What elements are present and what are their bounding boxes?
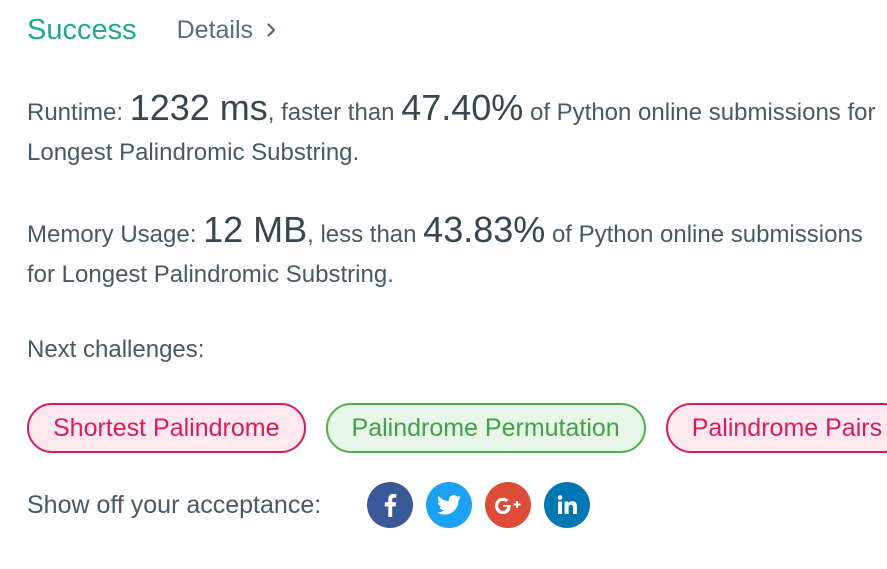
next-challenges-label: Next challenges: — [27, 336, 205, 363]
chevron-right-icon — [267, 23, 276, 37]
details-label: Details — [176, 15, 254, 44]
runtime-value: 1232 ms — [129, 87, 268, 128]
memory-value: 12 MB — [203, 209, 308, 250]
facebook-icon[interactable] — [367, 482, 414, 528]
memory-comparison: , less than — [307, 221, 424, 248]
memory-suffix: of Python online submissions — [545, 221, 863, 248]
runtime-comparison: , faster than — [267, 99, 402, 126]
submission-result: Success Details Runtime: 1232 ms, faster… — [0, 0, 887, 569]
memory-percent: 43.83% — [423, 209, 546, 250]
runtime-problem: Longest Palindromic Substring. — [27, 139, 360, 166]
runtime-suffix: of Python online submissions for — [523, 99, 876, 126]
details-link[interactable]: Details — [177, 16, 276, 45]
status-success: Success — [27, 13, 137, 46]
next-challenges-list: Shortest Palindrome Palindrome Permutati… — [27, 403, 887, 453]
runtime-label: Runtime: — [27, 99, 130, 126]
result-header: Success Details — [27, 10, 276, 50]
google-plus-icon[interactable] — [485, 482, 532, 528]
challenge-palindrome-permutation[interactable]: Palindrome Permutation — [325, 403, 646, 453]
runtime-percent: 47.40% — [401, 87, 524, 128]
share-icons — [367, 482, 603, 528]
memory-stat: Memory Usage: 12 MB, less than 43.83% of… — [27, 210, 863, 295]
memory-problem: for Longest Palindromic Substring. — [27, 261, 394, 288]
runtime-stat: Runtime: 1232 ms, faster than 47.40% of … — [27, 88, 875, 173]
share-row: Show off your acceptance: — [27, 482, 603, 528]
twitter-icon[interactable] — [426, 482, 473, 528]
share-label: Show off your acceptance: — [27, 490, 322, 519]
linkedin-icon[interactable] — [544, 482, 591, 528]
challenge-palindrome-pairs[interactable]: Palindrome Pairs — [665, 403, 887, 453]
challenge-shortest-palindrome[interactable]: Shortest Palindrome — [27, 403, 306, 453]
memory-label: Memory Usage: — [27, 221, 204, 248]
